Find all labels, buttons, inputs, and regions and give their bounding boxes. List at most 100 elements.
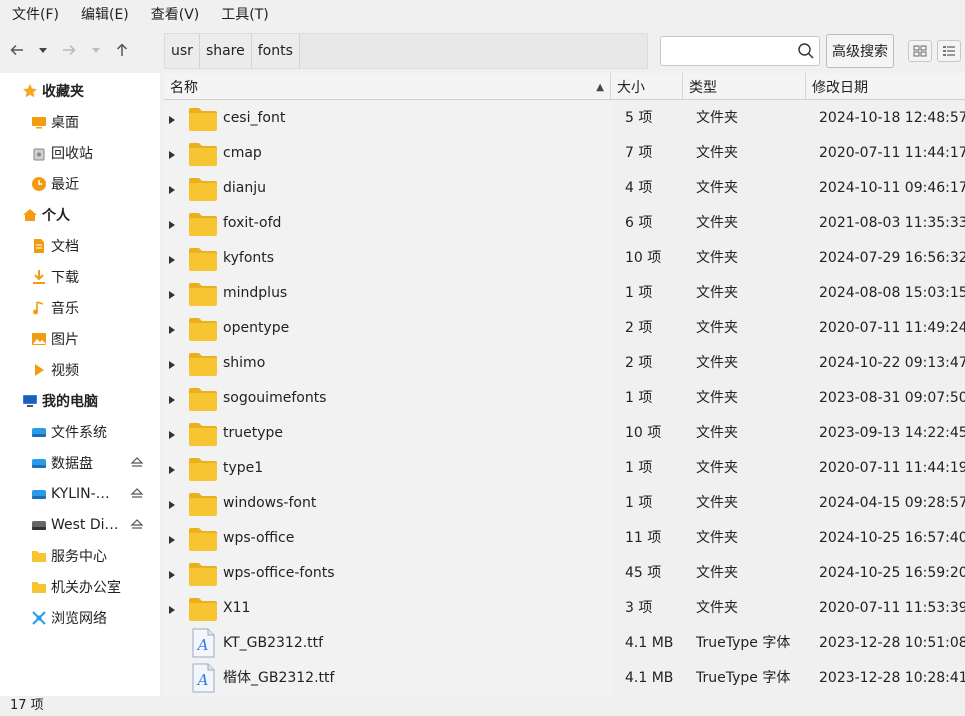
expand-arrow-icon[interactable] <box>168 253 176 264</box>
expand-arrow-icon[interactable] <box>168 148 176 159</box>
table-row[interactable]: windows-font 1 项 文件夹 2024-04-15 09:28:57 <box>164 486 965 521</box>
sidebar-item-label: 最近 <box>51 176 79 193</box>
sidebar-item-label: 视频 <box>51 362 79 379</box>
usb-drive-icon <box>31 517 47 533</box>
expand-arrow-icon[interactable] <box>168 393 176 404</box>
file-date: 2024-07-29 16:56:32 <box>819 250 965 266</box>
sidebar-item-5[interactable]: 文档 <box>0 230 160 261</box>
table-row[interactable]: wps-office-fonts 45 项 文件夹 2024-10-25 16:59:… <box>164 556 965 591</box>
file-date: 2020-07-11 11:49:24 <box>819 320 965 336</box>
file-name: 楷体_GB2312.ttf <box>223 670 335 686</box>
breadcrumb-usr[interactable]: usr <box>165 34 200 68</box>
expand-arrow-icon[interactable] <box>168 428 176 439</box>
sidebar-item-15[interactable]: 服务中心 <box>0 540 160 571</box>
drive-icon <box>31 486 47 502</box>
search-icon[interactable] <box>797 42 815 60</box>
column-size-label: 大小 <box>617 79 645 96</box>
sidebar-item-13[interactable]: KYLIN-… <box>0 478 160 509</box>
menubar: 文件(F) 编辑(E) 查看(V) 工具(T) <box>0 0 965 31</box>
expand-arrow-icon[interactable] <box>168 498 176 509</box>
expand-arrow-icon[interactable] <box>168 358 176 369</box>
table-row[interactable]: truetype 10 项 文件夹 2023-09-13 14:22:45 <box>164 416 965 451</box>
sidebar-item-17[interactable]: 浏览网络 <box>0 602 160 633</box>
sidebar-item-2[interactable]: 回收站 <box>0 137 160 168</box>
menu-view[interactable]: 查看(V) <box>143 0 208 31</box>
file-size: 7 项 <box>625 145 653 161</box>
expand-arrow-icon[interactable] <box>168 323 176 334</box>
breadcrumb-share[interactable]: share <box>199 34 252 68</box>
expand-arrow-icon[interactable] <box>168 603 176 614</box>
expand-arrow-icon[interactable] <box>168 183 176 194</box>
sidebar-item-4[interactable]: 个人 <box>0 199 160 230</box>
download-icon <box>31 269 47 285</box>
eject-icon[interactable] <box>130 455 144 469</box>
list-view-button[interactable] <box>937 40 961 62</box>
table-row[interactable]: type1 1 项 文件夹 2020-07-11 11:44:19 <box>164 451 965 486</box>
table-row[interactable]: X11 3 项 文件夹 2020-07-11 11:53:39 <box>164 591 965 626</box>
table-row[interactable]: A KT_GB2312.ttf 4.1 MB TrueType 字体 2023-12-2… <box>164 626 965 661</box>
forward-button[interactable] <box>58 39 80 61</box>
column-type-header[interactable]: 类型 <box>683 73 806 100</box>
sidebar-item-1[interactable]: 桌面 <box>0 106 160 137</box>
icon-view-button[interactable] <box>908 40 932 62</box>
table-row[interactable]: opentype 2 项 文件夹 2020-07-11 11:49:24 <box>164 311 965 346</box>
advanced-search-button[interactable]: 高级搜索 <box>826 34 894 68</box>
sidebar-item-7[interactable]: 音乐 <box>0 292 160 323</box>
sidebar-item-3[interactable]: 最近 <box>0 168 160 199</box>
sidebar-item-label: 桌面 <box>51 114 79 131</box>
table-row[interactable]: shimo 2 项 文件夹 2024-10-22 09:13:47 <box>164 346 965 381</box>
sidebar-item-0[interactable]: 收藏夹 <box>0 75 160 106</box>
file-size: 4 项 <box>625 180 653 196</box>
expand-arrow-icon[interactable] <box>168 288 176 299</box>
expand-arrow-icon[interactable] <box>168 463 176 474</box>
column-name-header[interactable]: 名称 ▲ <box>164 73 611 100</box>
eject-icon[interactable] <box>130 486 144 500</box>
back-history-button[interactable] <box>32 39 54 61</box>
sidebar-item-12[interactable]: 数据盘 <box>0 447 160 478</box>
up-button[interactable] <box>111 39 133 61</box>
column-size-header[interactable]: 大小 <box>611 73 683 100</box>
back-button[interactable] <box>6 39 28 61</box>
table-row[interactable]: cesi_font 5 项 文件夹 2024-10-18 12:48:57 <box>164 101 965 136</box>
sidebar-item-8[interactable]: 图片 <box>0 323 160 354</box>
eject-icon[interactable] <box>130 517 144 531</box>
expand-arrow-icon[interactable] <box>168 533 176 544</box>
search-input[interactable] <box>661 37 791 65</box>
menu-edit[interactable]: 编辑(E) <box>73 0 137 31</box>
status-text: 17 项 <box>10 698 44 713</box>
table-row[interactable]: foxit-ofd 6 项 文件夹 2021-08-03 11:35:33 <box>164 206 965 241</box>
expand-arrow-icon[interactable] <box>168 218 176 229</box>
menu-tools[interactable]: 工具(T) <box>213 0 276 31</box>
sidebar-item-6[interactable]: 下载 <box>0 261 160 292</box>
file-date: 2024-10-25 16:59:20 <box>819 565 965 581</box>
file-date: 2020-07-11 11:44:17 <box>819 145 965 161</box>
list-view-icon <box>943 46 955 56</box>
sidebar-item-16[interactable]: 机关办公室 <box>0 571 160 602</box>
file-date: 2020-07-11 11:53:39 <box>819 600 965 616</box>
breadcrumb: usr share fonts <box>164 33 648 69</box>
table-row[interactable]: sogouimefonts 1 项 文件夹 2023-08-31 09:07:50 <box>164 381 965 416</box>
expand-arrow-icon[interactable] <box>168 113 176 124</box>
file-type: 文件夹 <box>696 460 738 476</box>
sidebar-item-9[interactable]: 视频 <box>0 354 160 385</box>
sidebar-item-label: 我的电脑 <box>42 393 98 410</box>
table-row[interactable]: dianju 4 项 文件夹 2024-10-11 09:46:17 <box>164 171 965 206</box>
forward-history-button[interactable] <box>85 39 107 61</box>
table-row[interactable]: kyfonts 10 项 文件夹 2024-07-29 16:56:32 <box>164 241 965 276</box>
file-type: 文件夹 <box>696 600 738 616</box>
table-row[interactable]: mindplus 1 项 文件夹 2024-08-08 15:03:15 <box>164 276 965 311</box>
file-date: 2023-09-13 14:22:45 <box>819 425 965 441</box>
folder-icon <box>188 526 218 552</box>
table-row[interactable]: wps-office 11 项 文件夹 2024-10-25 16:57:40 <box>164 521 965 556</box>
column-date-header[interactable]: 修改日期 <box>806 73 965 100</box>
table-row[interactable]: cmap 7 项 文件夹 2020-07-11 11:44:17 <box>164 136 965 171</box>
menu-file[interactable]: 文件(F) <box>4 0 67 31</box>
breadcrumb-fonts[interactable]: fonts <box>251 34 300 68</box>
sidebar-item-11[interactable]: 文件系统 <box>0 416 160 447</box>
file-type: 文件夹 <box>696 565 738 581</box>
file-type: 文件夹 <box>696 250 738 266</box>
table-row[interactable]: A 楷体_GB2312.ttf 4.1 MB TrueType 字体 2023-12-2… <box>164 661 965 696</box>
sidebar-item-14[interactable]: West Di… <box>0 509 160 540</box>
sidebar-item-10[interactable]: 我的电脑 <box>0 385 160 416</box>
expand-arrow-icon[interactable] <box>168 568 176 579</box>
